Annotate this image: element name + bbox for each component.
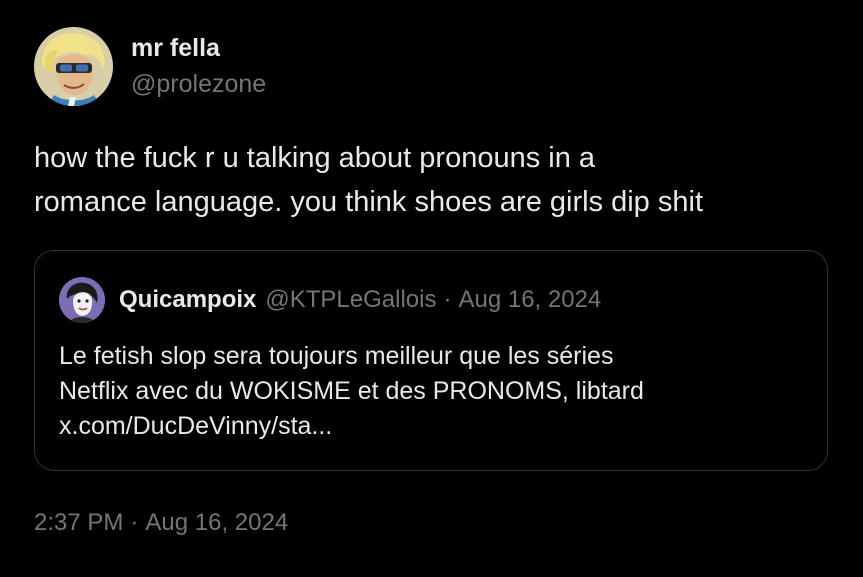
tweet-header: mr fella @prolezone <box>34 26 266 106</box>
tweet-text: how the fuck r u talking about pronouns … <box>34 136 834 224</box>
tweet-time: 2:37 PM <box>34 509 124 536</box>
tweet-text-line: how the fuck r u talking about pronouns … <box>34 142 596 174</box>
tweet-date: Aug 16, 2024 <box>145 509 289 536</box>
quoted-author-display-name[interactable]: Quicampoix <box>119 286 256 314</box>
tweet: mr fella @prolezone how the fuck r u tal… <box>0 0 863 577</box>
author-avatar[interactable] <box>34 26 113 106</box>
quoted-author-avatar <box>59 277 105 323</box>
quoted-tweet-text: Le fetish slop sera toujours meilleur qu… <box>59 339 809 444</box>
quoted-author-handle[interactable]: @KTPLeGallois <box>265 286 436 314</box>
quoted-text-line: Le fetish slop sera toujours meilleur qu… <box>59 342 614 370</box>
author-handle[interactable]: @prolezone <box>131 67 266 101</box>
author-names: mr fella @prolezone <box>131 32 266 101</box>
quoted-text-link[interactable]: x.com/DucDeVinny/sta... <box>59 409 809 444</box>
quoted-tweet-date[interactable]: Aug 16, 2024 <box>458 286 601 314</box>
quoted-tweet-header: Quicampoix @KTPLeGallois · Aug 16, 2024 <box>59 277 601 323</box>
profile-photo-avatar-icon <box>59 277 105 323</box>
quoted-text-line: Netflix avec du WOKISME et des PRONOMS, … <box>59 377 644 405</box>
timestamp-separator: · <box>130 509 139 536</box>
quoted-header-separator: · <box>443 286 452 313</box>
quoted-tweet-card[interactable]: Quicampoix @KTPLeGallois · Aug 16, 2024 … <box>34 250 828 471</box>
author-display-name[interactable]: mr fella <box>131 32 266 64</box>
tweet-text-line: romance language. you think shoes are gi… <box>34 186 703 218</box>
tweet-timestamp[interactable]: 2:37 PM · Aug 16, 2024 <box>34 509 288 537</box>
cartoon-character-avatar-icon <box>34 26 113 106</box>
